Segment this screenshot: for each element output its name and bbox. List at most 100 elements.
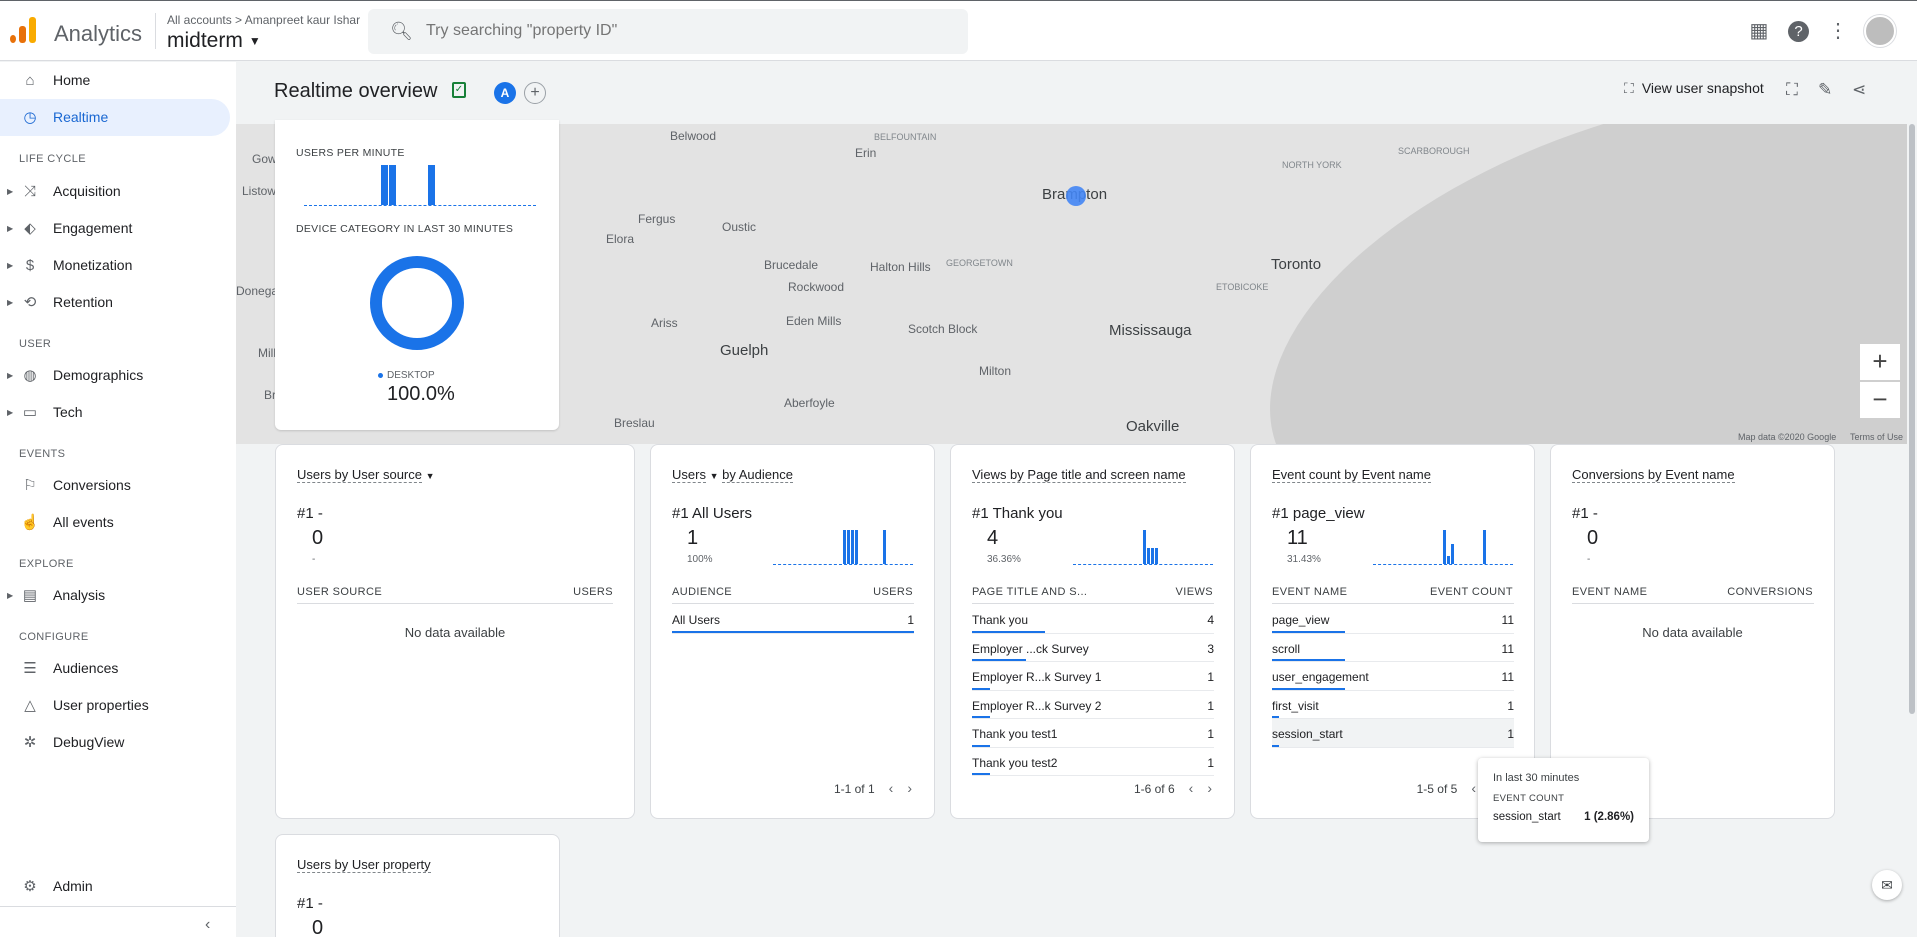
table-row[interactable]: session_start 1 — [1272, 719, 1514, 748]
bug-icon: ✲ — [23, 734, 37, 751]
sparkline-chart[interactable] — [1073, 530, 1213, 565]
card-title-text: Event count by Event name — [1272, 467, 1431, 483]
comparison-chip[interactable]: A — [494, 82, 516, 104]
map-place-label: Donegal — [236, 284, 281, 298]
share-icon[interactable]: ⋖ — [1852, 80, 1866, 100]
sidebar-item-audiences[interactable]: ☰ Audiences — [0, 650, 230, 687]
table-row[interactable]: Thank you test1 1 — [972, 719, 1214, 748]
sidebar-item-retention[interactable]: ▶ ⟲ Retention — [0, 284, 230, 321]
card-title[interactable]: Event count by Event name — [1272, 467, 1431, 483]
users-per-minute-bar[interactable] — [381, 165, 389, 205]
table-row[interactable]: Thank you 4 — [972, 605, 1214, 634]
view-user-snapshot-button[interactable]: ⛶ View user snapshot — [1624, 80, 1764, 97]
column-header: EVENT NAME — [1272, 586, 1348, 598]
sparkline-chart[interactable] — [1373, 530, 1513, 565]
add-comparison-button[interactable]: + — [524, 82, 546, 104]
row-value: 11 — [1501, 613, 1514, 627]
sidebar-item-demographics[interactable]: ▶ ◍ Demographics — [0, 357, 230, 394]
table-row[interactable]: Employer ...ck Survey 3 — [972, 634, 1214, 662]
sidebar-item-conversions[interactable]: ⚐ Conversions — [0, 467, 230, 504]
analytics-logo-icon[interactable] — [10, 17, 36, 43]
property-name: midterm — [167, 29, 243, 52]
section-explore: EXPLORE — [19, 558, 74, 570]
next-page-icon[interactable]: › — [907, 780, 912, 796]
users-per-minute-chart[interactable] — [304, 165, 536, 206]
column-header: USER SOURCE — [297, 586, 383, 598]
row-bar — [972, 716, 991, 718]
fullscreen-icon[interactable]: ⛶ — [1786, 80, 1798, 100]
apps-grid-icon[interactable]: ▦ — [1747, 19, 1771, 43]
users-per-minute-bar[interactable] — [389, 165, 397, 205]
column-header: EVENT COUNT — [1429, 586, 1513, 598]
search-input[interactable] — [426, 17, 946, 45]
table-row[interactable]: Employer R...k Survey 1 1 — [972, 662, 1214, 691]
card-title[interactable]: Views by Page title and screen name — [972, 467, 1186, 483]
sidebar-item-realtime[interactable]: ◷ Realtime — [0, 99, 230, 136]
devices-icon: ▭ — [22, 404, 38, 421]
avatar[interactable] — [1864, 15, 1896, 47]
customize-report-icon[interactable]: ✎ — [1818, 80, 1832, 100]
map-terms-link[interactable]: Terms of Use — [1850, 432, 1903, 442]
zoom-out-button[interactable]: − — [1860, 382, 1900, 418]
map-place-label: Brucedale — [764, 258, 819, 272]
sidebar-item-home[interactable]: ⌂ Home — [0, 62, 230, 99]
map-place-label: Oustic — [722, 220, 757, 234]
table-row[interactable]: scroll 11 — [1272, 634, 1514, 662]
page-range: 1-1 of 1 — [833, 782, 875, 796]
row-bar — [972, 659, 1027, 661]
sidebar-item-all-events[interactable]: ☝ All events — [0, 504, 230, 541]
property-selector[interactable]: midterm ▼ — [167, 29, 261, 53]
sidebar-item-analysis[interactable]: ▶ ▤ Analysis — [0, 577, 230, 614]
analysis-icon: ▤ — [22, 587, 38, 604]
table-row[interactable]: All Users 1 — [672, 605, 914, 634]
sidebar-item-acquisition[interactable]: ▶ ⤨ Acquisition — [0, 173, 230, 210]
top-bar: Analytics All accounts > Amanpreet kaur … — [0, 0, 1917, 61]
card-title[interactable]: Users by User source ▼ — [297, 467, 435, 483]
row-bar — [972, 630, 1045, 633]
row-name: scroll — [1272, 641, 1301, 656]
sparkline-chart[interactable] — [773, 530, 913, 565]
card-title[interactable]: Conversions by Event name — [1572, 467, 1735, 483]
more-vert-icon[interactable]: ⋮ — [1826, 19, 1850, 43]
user-source-card: Users by User source ▼ #1 - 0 - USER SOU… — [275, 444, 635, 819]
top-value: 0 — [1587, 527, 1599, 549]
top-value: 0 — [312, 527, 324, 549]
prev-page-icon[interactable]: ‹ — [1471, 780, 1476, 796]
column-header: VIEWS — [1175, 586, 1213, 598]
table-row[interactable]: page_view 11 — [1272, 605, 1514, 634]
next-page-icon[interactable]: › — [1207, 780, 1212, 796]
sidebar-item-tech[interactable]: ▶ ▭ Tech — [0, 394, 230, 431]
table-row[interactable]: Thank you test2 1 — [972, 748, 1214, 776]
search-bar[interactable]: 🔍︎ — [368, 9, 968, 54]
prev-page-icon[interactable]: ‹ — [889, 780, 894, 796]
collapse-sidebar-icon[interactable]: ‹ — [205, 916, 210, 934]
card-title-text: Users by User source — [297, 467, 422, 483]
sidebar-item-debugview[interactable]: ✲ DebugView — [0, 724, 230, 761]
scrollbar[interactable] — [1909, 124, 1915, 714]
table-row[interactable]: first_visit 1 — [1272, 691, 1514, 719]
map-place-label: Belwood — [670, 129, 717, 143]
table-row[interactable]: Employer R...k Survey 2 1 — [972, 691, 1214, 719]
user-location-marker[interactable] — [1066, 186, 1086, 206]
sidebar-item-engagement[interactable]: ▶ ⬖ Engagement — [0, 210, 230, 247]
sidebar-item-monetization[interactable]: ▶ $ Monetization — [0, 247, 230, 284]
map-place-label: Guelph — [720, 342, 769, 359]
breadcrumb[interactable]: All accounts > Amanpreet kaur Ishar — [167, 13, 360, 27]
prev-page-icon[interactable]: ‹ — [1189, 780, 1194, 796]
users-per-minute-bar[interactable] — [427, 165, 435, 205]
help-icon[interactable]: ? — [1788, 21, 1809, 42]
zoom-in-button[interactable]: + — [1860, 344, 1900, 380]
feedback-icon[interactable]: ✉ — [1872, 870, 1902, 900]
map-place-label: Oakville — [1126, 418, 1180, 435]
row-name: All Users — [672, 613, 721, 627]
row-bar — [1272, 687, 1345, 690]
table-row[interactable]: user_engagement 11 — [1272, 662, 1514, 691]
row-name: user_engagement — [1272, 670, 1369, 684]
sidebar-item-user-properties[interactable]: △ User properties — [0, 687, 230, 724]
sidebar-item-admin[interactable]: ⚙ Admin — [0, 868, 230, 905]
card-title[interactable]: Users ▼ by Audience — [672, 467, 793, 483]
metric-selector[interactable]: Users — [672, 467, 706, 483]
card-title[interactable]: Users by User property — [297, 857, 431, 873]
expand-arrow-icon: ▶ — [7, 408, 14, 417]
device-donut-chart[interactable] — [370, 256, 464, 350]
